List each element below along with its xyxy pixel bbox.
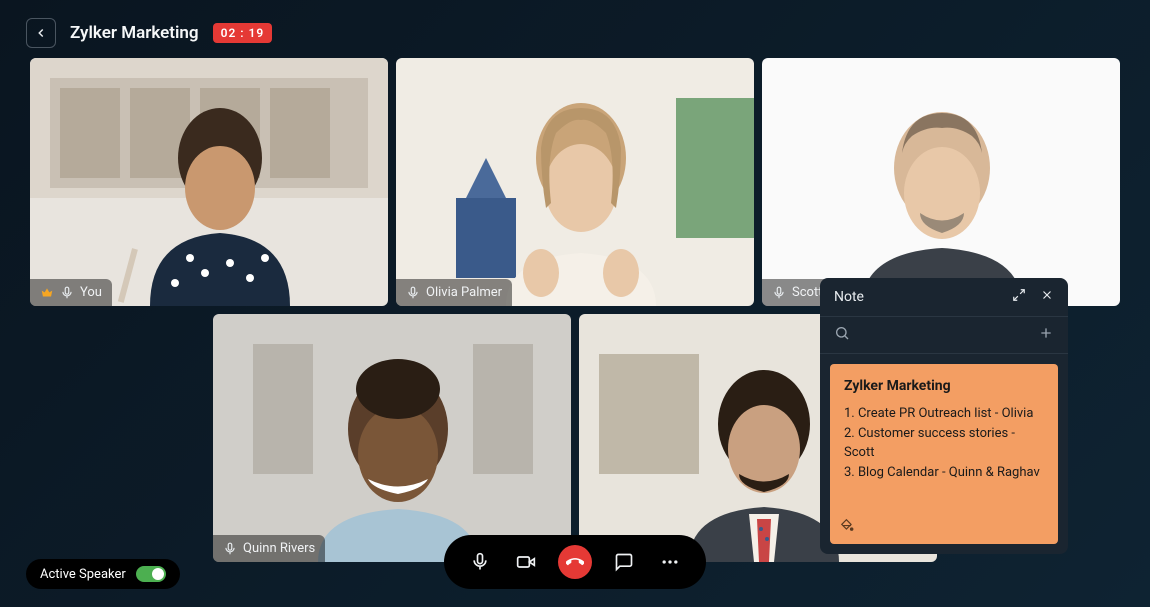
note-panel-title: Note (834, 289, 864, 305)
chat-button[interactable] (610, 548, 638, 576)
mic-icon (223, 542, 237, 556)
close-icon (1040, 288, 1054, 302)
meeting-timer: 02 : 19 (213, 23, 273, 43)
sticky-note-line: 1. Create PR Outreach list - Olivia (844, 404, 1044, 424)
participant-tile[interactable]: Olivia Palmer (396, 58, 754, 306)
note-add-button[interactable] (1038, 325, 1054, 345)
sticky-note-title: Zylker Marketing (844, 378, 1044, 394)
close-button[interactable] (1040, 288, 1054, 306)
sticky-note[interactable]: Zylker Marketing 1. Create PR Outreach l… (830, 364, 1058, 544)
call-controls (444, 535, 706, 589)
mute-button[interactable] (466, 548, 494, 576)
search-icon (834, 325, 850, 341)
paint-bucket-icon[interactable] (840, 517, 854, 536)
participant-name: Olivia Palmer (426, 285, 502, 300)
video-icon (516, 552, 536, 572)
sticky-note-line: 2. Customer success stories - Scott (844, 424, 1044, 463)
video-button[interactable] (512, 548, 540, 576)
host-icon (40, 286, 54, 300)
mic-icon (60, 286, 74, 300)
expand-icon (1012, 288, 1026, 302)
participant-tile[interactable]: You (30, 58, 388, 306)
participant-video (762, 58, 1120, 306)
phone-icon (566, 553, 584, 571)
participant-tile[interactable]: Quinn Rivers (213, 314, 571, 562)
participant-name: You (80, 285, 102, 300)
more-button[interactable] (656, 548, 684, 576)
mic-icon (772, 286, 786, 300)
participant-video (213, 314, 571, 562)
note-panel: Note Zylker Marketing 1. Create PR Outre… (820, 278, 1068, 554)
participant-name: Scott (792, 285, 822, 300)
chevron-left-icon (34, 26, 48, 40)
sticky-note-line: 3. Blog Calendar - Quinn & Raghav (844, 463, 1044, 483)
mic-icon (406, 286, 420, 300)
participant-tile[interactable]: Scott (762, 58, 1120, 306)
participant-video (30, 58, 388, 306)
active-speaker-toggle-group: Active Speaker (26, 559, 180, 589)
hangup-button[interactable] (558, 545, 592, 579)
active-speaker-label: Active Speaker (40, 567, 126, 582)
mic-icon (470, 552, 490, 572)
note-search-button[interactable] (834, 325, 850, 345)
participant-video (396, 58, 754, 306)
active-speaker-toggle[interactable] (136, 566, 166, 582)
chat-icon (614, 552, 634, 572)
meeting-title: Zylker Marketing (70, 23, 199, 43)
expand-button[interactable] (1012, 288, 1026, 306)
more-icon (660, 552, 680, 572)
participant-name: Quinn Rivers (243, 541, 315, 556)
plus-icon (1038, 325, 1054, 341)
back-button[interactable] (26, 18, 56, 48)
